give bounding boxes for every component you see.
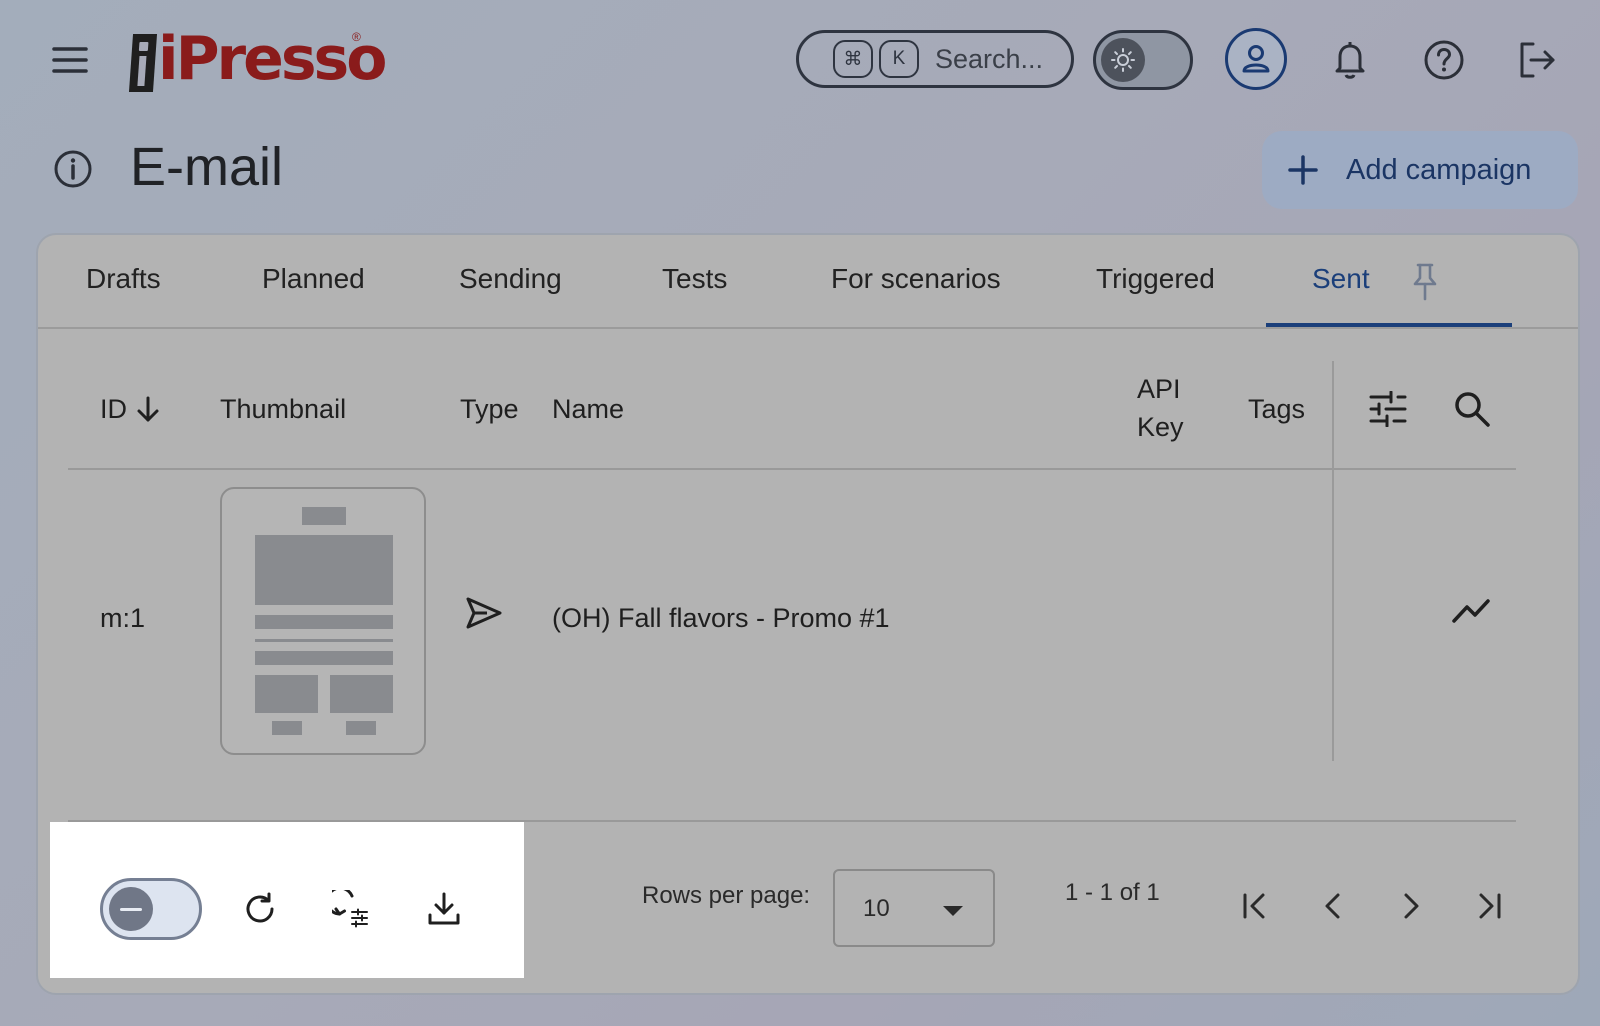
rows-per-page-select[interactable]: 10 <box>833 869 995 947</box>
minus-icon <box>109 887 153 931</box>
thumb-button-left <box>272 721 302 735</box>
column-settings-icon[interactable] <box>1368 389 1408 429</box>
tab-tests[interactable]: Tests <box>662 259 727 299</box>
header-divider <box>68 468 1516 470</box>
thumb-logo-block <box>302 507 346 525</box>
add-campaign-button[interactable]: Add campaign <box>1262 131 1578 209</box>
column-header-tags: Tags <box>1248 394 1306 424</box>
tab-sending[interactable]: Sending <box>459 259 562 299</box>
last-page-icon[interactable] <box>1472 889 1506 923</box>
campaigns-card: Drafts Planned Sending Tests For scenari… <box>36 233 1580 995</box>
row-id: m:1 <box>100 603 146 633</box>
column-header-name: Name <box>552 394 625 424</box>
tab-for-scenarios[interactable]: For scenarios <box>831 259 1001 299</box>
search-placeholder: Search... <box>935 43 1044 74</box>
ipresso-logo[interactable]: iPresso <box>128 24 387 94</box>
tab-drafts[interactable]: Drafts <box>86 259 161 299</box>
help-icon[interactable] <box>1422 38 1466 82</box>
rows-per-page-value: 10 <box>863 895 890 922</box>
thumb-text-line <box>255 651 393 665</box>
column-header-api-key: API Key <box>1137 370 1184 446</box>
sort-descending-icon <box>137 396 159 422</box>
auto-refresh-settings-icon[interactable] <box>331 889 373 931</box>
stats-icon[interactable] <box>1450 593 1492 629</box>
column-header-id[interactable]: ID <box>100 390 161 428</box>
thumb-text-line <box>255 615 393 629</box>
page-title: E-mail <box>130 137 284 197</box>
plus-icon <box>1288 155 1318 185</box>
api-key-line-2: Key <box>1137 412 1184 442</box>
info-icon[interactable] <box>52 148 94 190</box>
registered-mark: ® <box>352 30 361 44</box>
tab-sent[interactable]: Sent <box>1312 259 1370 299</box>
refresh-icon[interactable] <box>240 889 280 929</box>
pin-icon[interactable] <box>1408 261 1442 303</box>
search-bar[interactable]: ⌘ K Search... <box>796 30 1074 88</box>
bell-icon[interactable] <box>1330 38 1370 82</box>
bulk-actions-panel <box>50 822 524 978</box>
next-page-icon[interactable] <box>1394 889 1428 923</box>
logout-icon[interactable] <box>1516 40 1558 80</box>
logo-mark <box>128 34 158 92</box>
search-icon[interactable] <box>1452 389 1492 429</box>
thumb-button-right <box>346 721 376 735</box>
first-page-icon[interactable] <box>1238 889 1272 923</box>
row-name[interactable]: (OH) Fall flavors - Promo #1 <box>552 603 890 634</box>
thumb-column-left <box>255 675 318 713</box>
add-campaign-label: Add campaign <box>1346 153 1532 186</box>
api-key-line-1: API <box>1137 374 1181 404</box>
thumb-hero-block <box>255 535 393 605</box>
logo-text: iPresso <box>158 24 387 94</box>
pagination-range: 1 - 1 of 1 <box>1065 879 1160 906</box>
tab-planned[interactable]: Planned <box>262 259 365 299</box>
active-tab-indicator <box>1266 323 1512 327</box>
theme-toggle[interactable] <box>1093 30 1193 90</box>
select-all-toggle[interactable] <box>100 878 202 940</box>
previous-page-icon[interactable] <box>1316 889 1350 923</box>
actions-column-divider <box>1332 361 1334 761</box>
tab-triggered[interactable]: Triggered <box>1096 259 1215 299</box>
column-header-type: Type <box>460 394 519 424</box>
column-id-label: ID <box>100 394 127 424</box>
caret-down-icon <box>943 906 963 916</box>
download-icon[interactable] <box>424 889 464 929</box>
user-icon <box>1242 45 1270 73</box>
sun-icon <box>1101 38 1145 82</box>
rows-per-page-label: Rows per page: <box>642 882 811 909</box>
shortcut-k-key: K <box>879 40 919 78</box>
email-thumbnail[interactable] <box>220 487 426 755</box>
column-header-thumbnail: Thumbnail <box>220 394 347 424</box>
tabs-divider <box>38 327 1578 329</box>
menu-icon[interactable] <box>50 40 90 80</box>
thumb-separator <box>255 639 393 642</box>
shortcut-mod-key: ⌘ <box>833 40 873 78</box>
user-avatar-button[interactable] <box>1225 28 1287 90</box>
thumb-column-right <box>330 675 393 713</box>
send-icon <box>464 595 504 631</box>
